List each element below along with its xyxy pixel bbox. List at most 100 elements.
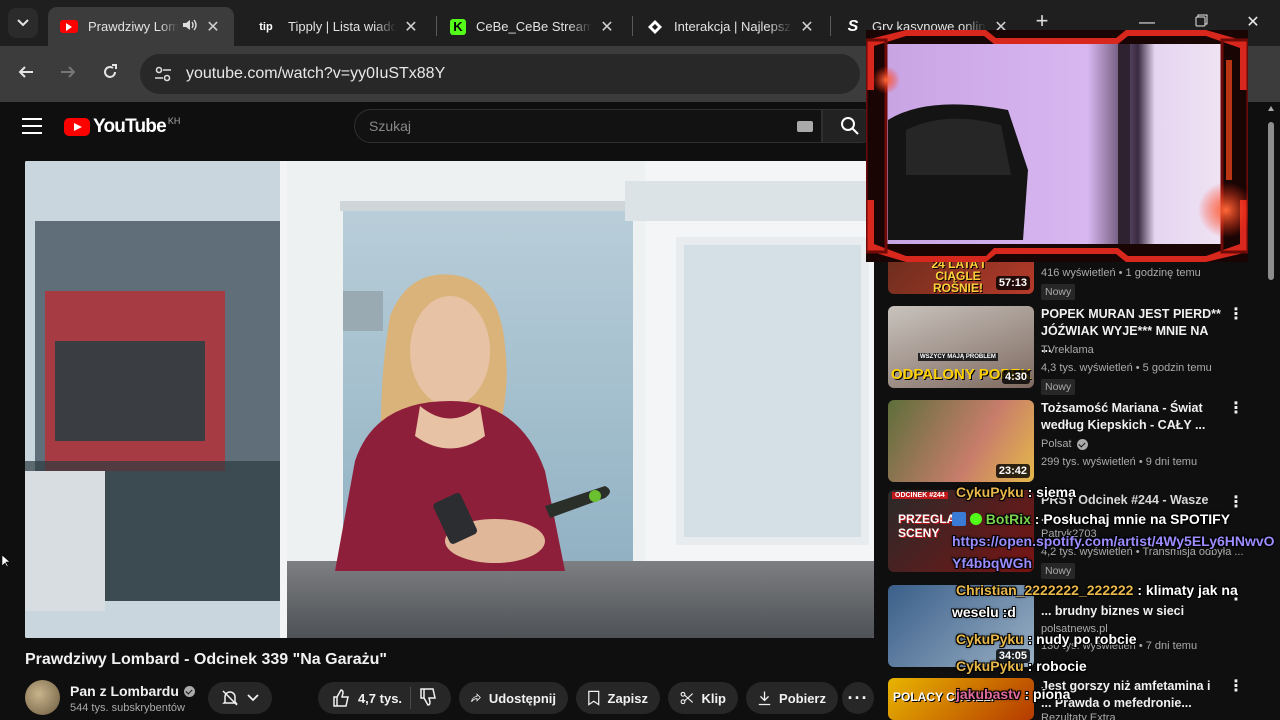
video-thumbnail[interactable]: WSZYCY MAJĄ PROBLEM ODPALONY POPEK 4:30 xyxy=(888,306,1034,388)
more-actions-button[interactable]: ··· xyxy=(842,682,874,714)
search-box xyxy=(354,109,822,143)
dislike-button[interactable] xyxy=(419,687,447,709)
tab-youtube[interactable]: Prawdziwy Lombard - Odcinek 339 ✕ xyxy=(48,7,234,46)
chat-username: CykuPyku xyxy=(956,631,1024,647)
video-frame-image xyxy=(25,161,874,638)
reload-icon xyxy=(104,64,117,78)
view-meta: 299 tys. wyświetleń • 9 dni temu xyxy=(1041,456,1198,468)
tab-divider xyxy=(830,16,831,36)
search-input[interactable] xyxy=(369,118,779,134)
divider xyxy=(410,687,412,709)
forward-button[interactable] xyxy=(52,58,84,90)
logo-text: YouTube xyxy=(93,116,167,137)
clip-button[interactable]: Klip xyxy=(668,682,738,714)
chat-message: jakubastv : piona xyxy=(956,686,1071,702)
chat-message: https://open.spotify.com/artist/4Wy5ELy6… xyxy=(952,533,1280,549)
tab-title: CeBe_CeBe Stream xyxy=(476,19,592,34)
chat-message: CykuPyku : robocie xyxy=(956,658,1087,674)
bell-off-icon xyxy=(222,690,238,706)
chat-message: Christian_2222222_222222 : klimaty jak n… xyxy=(956,582,1238,598)
region-code: KH xyxy=(167,116,181,126)
video-player[interactable] xyxy=(25,161,874,638)
tab-interakcja[interactable]: Interakcja | Najlepsza ✕ xyxy=(634,7,828,46)
video-title: Tożsamość Mariana - Świat według Kiepski… xyxy=(1041,401,1206,432)
more-vert-icon[interactable]: ⋮ xyxy=(1228,401,1244,417)
scroll-thumb[interactable] xyxy=(1268,122,1274,280)
video-thumbnail[interactable]: 23:42 xyxy=(888,400,1034,482)
chat-link[interactable]: https://open.spotify.com/artist/4Wy5ELy6… xyxy=(952,533,1275,549)
thumbnail-text: PRZEGLĄD SCENY xyxy=(898,512,964,540)
channel-avatar[interactable] xyxy=(25,680,60,715)
chat-text: Posłuchaj mnie na SPOTIFY xyxy=(1043,511,1231,527)
thumbnail-subtext: ODCINEK #244 xyxy=(892,492,948,499)
address-bar[interactable]: youtube.com/watch?v=yy0IuSTx88Y xyxy=(140,54,860,94)
keyboard-icon[interactable] xyxy=(797,121,813,132)
channel-name[interactable]: TVreklama xyxy=(1041,344,1094,356)
bookmark-icon xyxy=(588,690,600,706)
duration-badge: 57:13 xyxy=(995,276,1030,290)
speaker-icon[interactable] xyxy=(182,18,198,35)
share-button[interactable]: Udostępnij xyxy=(459,682,568,714)
chat-text: klimaty jak na xyxy=(1145,582,1238,598)
new-badge: Nowy xyxy=(1041,379,1076,395)
close-tab-icon[interactable]: ✕ xyxy=(402,17,420,37)
thumbs-down-icon xyxy=(420,687,436,706)
chat-message: CykuPyku : siema xyxy=(956,484,1076,500)
close-tab-icon[interactable]: ✕ xyxy=(204,17,222,37)
notifications-button[interactable] xyxy=(208,682,272,714)
arrow-right-icon xyxy=(61,66,76,78)
chat-username: CykuPyku xyxy=(956,658,1024,674)
like-button[interactable]: 4,7 tys. xyxy=(322,689,402,707)
youtube-logo[interactable]: YouTube KH xyxy=(64,116,180,138)
scissors-icon xyxy=(680,691,694,705)
close-tab-icon[interactable]: ✕ xyxy=(798,17,816,37)
channel-name[interactable]: Rezultaty Extra xyxy=(1041,712,1116,720)
subscriber-count: 544 tys. subskrybentów xyxy=(70,702,185,714)
chat-username: CykuPyku xyxy=(956,484,1024,500)
page-scrollbar[interactable] xyxy=(1266,104,1276,720)
tipply-icon: tip xyxy=(259,20,273,33)
tab-title: Tipply | Lista wiadomości xyxy=(288,19,396,34)
chat-text: nudy po robcie xyxy=(1036,631,1137,647)
thumbnail-text: 24 LATA I CIĄGLE ROŚNIE! xyxy=(931,257,985,294)
bot-icon xyxy=(952,512,966,526)
duration-badge: 23:42 xyxy=(995,464,1030,478)
youtube-header: YouTube KH xyxy=(0,102,880,150)
interakcja-icon xyxy=(646,19,664,35)
reload-button[interactable] xyxy=(94,58,126,90)
channel-name[interactable]: Pan z Lombardu xyxy=(70,683,195,699)
tab-tipply[interactable]: tip Tipply | Lista wiadomości ✕ xyxy=(242,7,432,46)
menu-icon[interactable] xyxy=(22,118,42,134)
new-badge: Nowy xyxy=(1041,284,1076,300)
download-label: Pobierz xyxy=(779,690,826,706)
more-horizontal-icon: ··· xyxy=(847,687,869,708)
clip-label: Klip xyxy=(701,690,726,706)
chat-link-continued[interactable]: Yf4bbqWGh xyxy=(952,555,1032,571)
chat-message: weselu :d xyxy=(952,604,1280,620)
channel-name[interactable]: Polsat xyxy=(1041,438,1088,450)
url-text: youtube.com/watch?v=yy0IuSTx88Y xyxy=(186,65,446,82)
kick-icon: K xyxy=(450,18,466,35)
tab-title: Interakcja | Najlepsza xyxy=(674,19,792,34)
tab-kick[interactable]: K CeBe_CeBe Stream ✕ xyxy=(438,7,628,46)
share-icon xyxy=(471,693,481,703)
back-button[interactable] xyxy=(10,58,42,90)
like-dislike-group: 4,7 tys. xyxy=(318,682,451,714)
save-label: Zapisz xyxy=(607,690,648,706)
more-vert-icon[interactable]: ⋮ xyxy=(1228,307,1244,323)
scroll-up-icon[interactable] xyxy=(1268,106,1274,111)
arrow-left-icon xyxy=(18,66,33,78)
youtube-play-icon xyxy=(64,118,90,136)
channel-name-text: Polsat xyxy=(1041,438,1072,450)
chat-username: BotRix xyxy=(985,511,1031,527)
download-icon xyxy=(758,691,771,706)
tab-search-button[interactable] xyxy=(8,8,38,38)
download-button[interactable]: Pobierz xyxy=(746,682,838,714)
verified-icon xyxy=(183,685,195,697)
save-button[interactable]: Zapisz xyxy=(576,682,660,714)
channel-name-text: Pan z Lombardu xyxy=(70,683,179,699)
s-icon: S xyxy=(847,17,859,35)
close-tab-icon[interactable]: ✕ xyxy=(598,17,616,37)
site-settings-icon[interactable] xyxy=(154,66,172,82)
view-meta: 416 wyświetleń • 1 godzinę temu xyxy=(1041,267,1201,279)
